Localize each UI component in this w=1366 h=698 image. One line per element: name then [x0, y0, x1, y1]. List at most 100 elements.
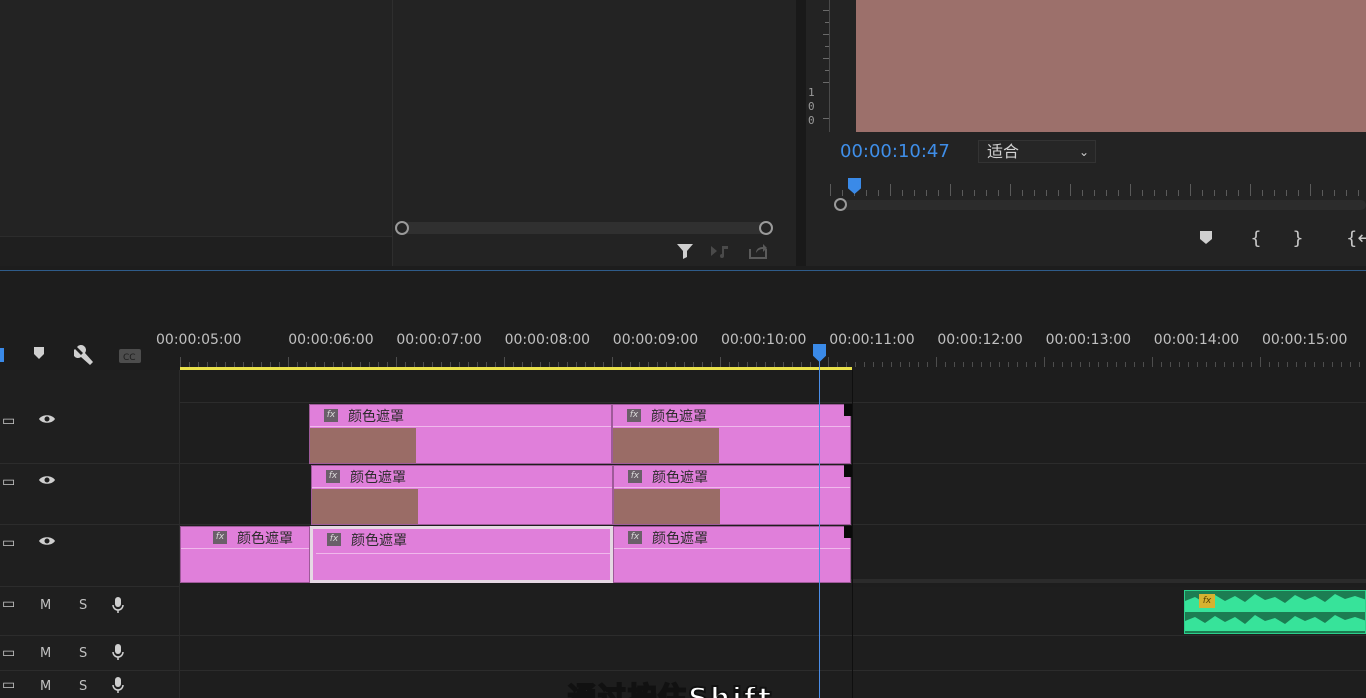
microphone-icon[interactable]	[112, 643, 124, 665]
clip-end-marker	[844, 526, 852, 538]
marker-icon[interactable]	[1196, 229, 1216, 250]
premiere-workspace: 1 0 0 00:00:10:47 适合 ⌄ { } {← CC 00:00:0…	[0, 0, 1366, 698]
playhead-timecode[interactable]: 00:00:10:47	[840, 141, 950, 162]
audio-track-icon[interactable]: ▭	[2, 645, 15, 661]
program-ruler-tick	[1094, 190, 1095, 196]
program-ruler-tick	[866, 190, 867, 196]
program-ruler-tick	[830, 184, 831, 196]
track-header-a1: ▭ M S	[0, 587, 180, 636]
ruler-tick	[1170, 362, 1171, 367]
program-time-ruler[interactable]	[830, 178, 1366, 196]
eye-icon[interactable]	[38, 535, 56, 551]
program-ruler-tick	[1262, 190, 1263, 196]
ruler-tick	[1233, 362, 1234, 367]
program-ruler-tick	[842, 190, 843, 196]
film-track-icon[interactable]: ▭	[2, 535, 15, 551]
fx-badge: fx	[326, 470, 340, 483]
export-icon[interactable]	[748, 242, 768, 264]
marker-icon[interactable]	[32, 345, 46, 364]
program-zoom-handle[interactable]	[834, 198, 847, 211]
fx-badge: fx	[628, 531, 642, 544]
film-track-icon[interactable]: ▭	[2, 413, 15, 429]
timeline-time-ruler[interactable]: 00:00:05:00 00:00:06:00 00:00:07:00 00:00:0…	[156, 327, 1366, 367]
fx-badge: fx	[213, 531, 227, 544]
mute-button[interactable]: M	[40, 679, 51, 694]
ruler-tick	[504, 357, 505, 367]
program-ruler-tick	[998, 190, 999, 196]
mute-button[interactable]: M	[40, 646, 51, 661]
ruler-tick	[828, 357, 829, 367]
go-to-in-icon[interactable]: {←	[1346, 228, 1366, 249]
color-matte-clip[interactable]: fx 颜色遮罩	[180, 526, 310, 583]
ruler-tick	[1350, 362, 1351, 367]
clip-name: 颜色遮罩	[651, 409, 707, 425]
ruler-tick	[909, 362, 910, 367]
wrench-icon[interactable]	[73, 345, 96, 369]
ruler-tick	[720, 357, 721, 367]
ruler-tick	[396, 357, 397, 367]
ruler-time-label: 00:00:09:00	[612, 332, 699, 348]
film-track-icon[interactable]: ▭	[2, 474, 15, 490]
program-ruler-tick	[1334, 190, 1335, 196]
panel-divider[interactable]	[796, 0, 806, 266]
ruler-tick	[891, 362, 892, 367]
ruler-tick	[1206, 362, 1207, 367]
selected-color-matte-clip[interactable]: fx 颜色遮罩	[310, 526, 613, 583]
color-matte-clip[interactable]: fx 颜色遮罩	[613, 465, 851, 525]
ruler-tick	[1260, 357, 1261, 367]
program-ruler-tick	[950, 184, 951, 196]
microphone-icon[interactable]	[112, 596, 124, 618]
track-header-a3: ▭ M S	[0, 671, 180, 698]
scrollbar-left-handle[interactable]	[395, 221, 409, 235]
ruler-tick	[1161, 362, 1162, 367]
solo-button[interactable]: S	[79, 598, 87, 613]
sequence-end-line	[852, 370, 853, 698]
color-matte-clip[interactable]: fx 颜色遮罩	[311, 465, 613, 525]
program-ruler-tick	[1226, 190, 1227, 196]
video-subtitle: 通过按住Shift	[567, 680, 774, 698]
program-ruler-tick	[1142, 190, 1143, 196]
color-matte-clip[interactable]: fx 颜色遮罩	[613, 526, 851, 583]
audio-track-icon[interactable]: ▭	[2, 677, 15, 693]
ruler-tick	[1224, 362, 1225, 367]
audio-track-icon[interactable]: ▭	[2, 596, 15, 612]
source-scrollbar[interactable]	[402, 222, 766, 234]
ruler-time-label: 00:00:12:00	[937, 332, 1023, 348]
clip-name: 颜色遮罩	[351, 533, 407, 549]
eye-icon[interactable]	[38, 413, 56, 429]
ruler-time-label: 00:00:08:00	[504, 332, 591, 348]
eye-icon[interactable]	[38, 474, 56, 490]
program-zoom-scrollbar[interactable]	[836, 200, 1366, 210]
ruler-tick	[1242, 362, 1243, 367]
color-matte-clip[interactable]: fx 颜色遮罩	[612, 404, 851, 464]
audio-clip[interactable]: fx	[1184, 590, 1366, 634]
program-ruler-tick	[1358, 190, 1359, 196]
audio-drag-icon[interactable]	[710, 243, 732, 263]
clip-name: 颜色遮罩	[652, 470, 708, 486]
solo-button[interactable]: S	[79, 646, 87, 661]
microphone-icon[interactable]	[112, 676, 124, 698]
program-ruler-tick	[1322, 190, 1323, 196]
mute-button[interactable]: M	[40, 598, 51, 613]
program-ruler-tick	[1214, 190, 1215, 196]
program-ruler-tick	[1046, 190, 1047, 196]
timeline-playhead-line[interactable]	[819, 345, 820, 698]
track-header-v3: ▭	[0, 403, 180, 464]
zoom-fit-dropdown[interactable]: 适合 ⌄	[978, 140, 1096, 163]
out-point-icon[interactable]: }	[1288, 228, 1308, 249]
clip-thumbnail	[614, 489, 720, 524]
ruler-tick	[1026, 362, 1027, 367]
filter-icon[interactable]	[676, 242, 694, 264]
captions-icon[interactable]: CC	[118, 348, 142, 368]
ruler-tick	[1296, 362, 1297, 367]
ruler-tick	[1098, 362, 1099, 367]
ruler-tick	[1080, 362, 1081, 367]
solo-button[interactable]: S	[79, 679, 87, 694]
ruler-time-label: 00:00:15:00	[1262, 332, 1348, 348]
ruler-time-label: 00:00:05:00	[156, 332, 242, 348]
ruler-tick	[855, 362, 856, 367]
scrollbar-right-handle[interactable]	[759, 221, 773, 235]
color-matte-clip[interactable]: fx 颜色遮罩	[309, 404, 612, 464]
in-point-icon[interactable]: {	[1246, 228, 1266, 249]
program-ruler-tick	[1310, 184, 1311, 196]
